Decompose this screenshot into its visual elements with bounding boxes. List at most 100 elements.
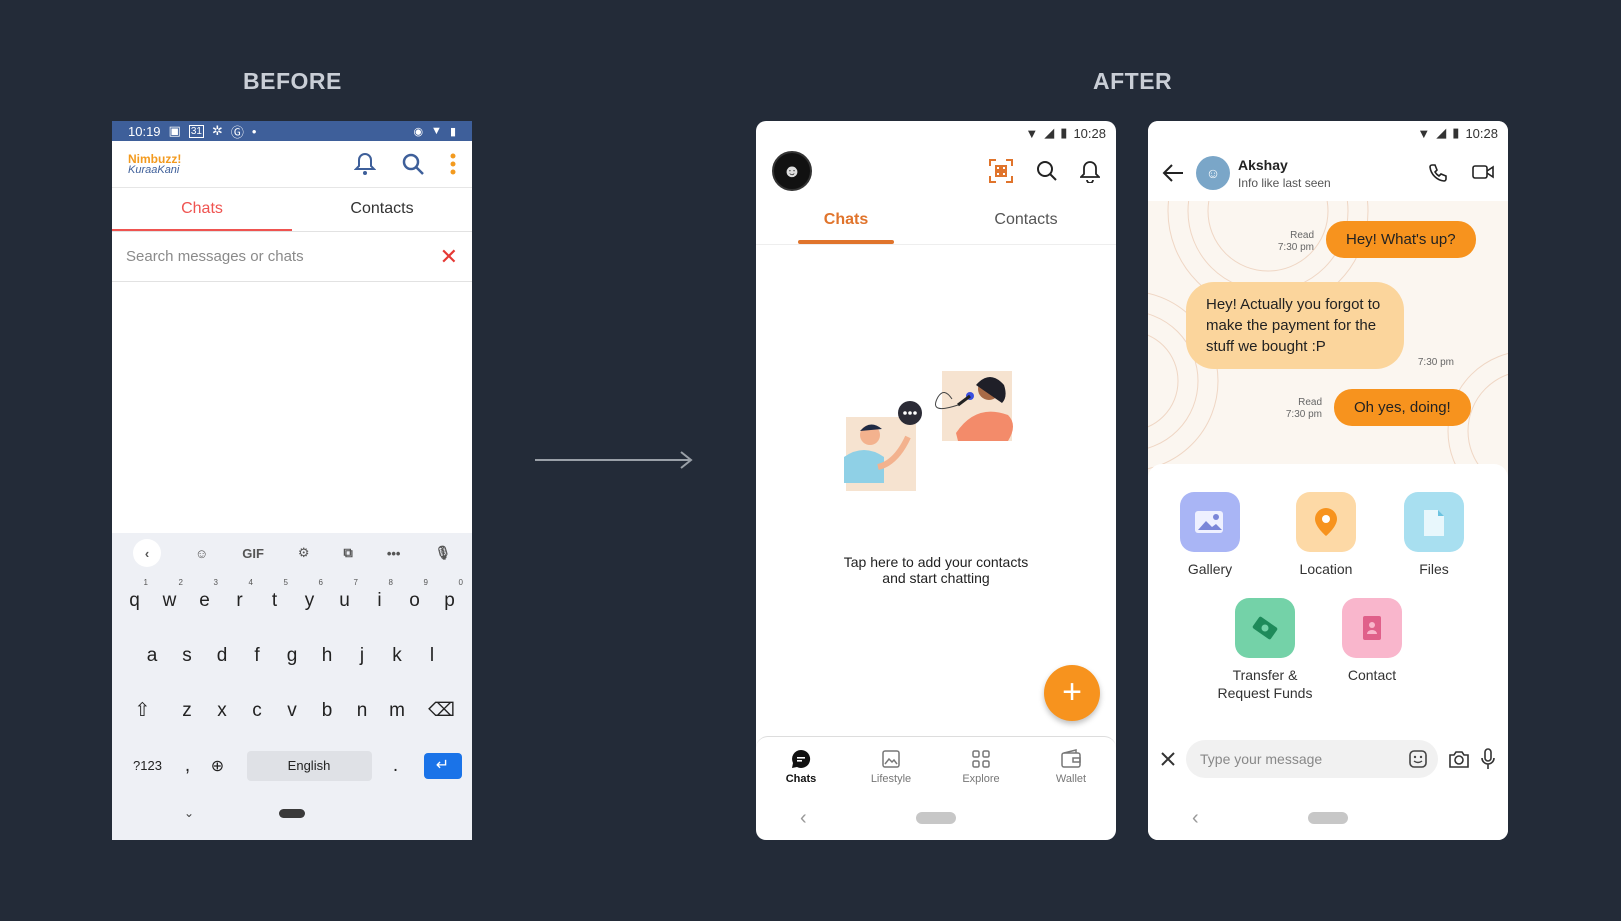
key[interactable]: 6y [292,578,327,612]
message-bubble-sent[interactable]: Hey! What's up? [1326,221,1476,258]
key-row-1: 1q 2w 3e 4r 5t 6y 7u 8i 9o 0p [112,573,472,628]
back-chevron-icon[interactable]: ‹ [1192,807,1199,830]
contact-name[interactable]: Akshay [1238,157,1331,173]
gear-icon[interactable]: ⚙ [298,545,310,561]
chat-header: ☺ Akshay Info like last seen [1148,145,1508,201]
key[interactable]: h [310,645,345,667]
search-input[interactable] [126,248,440,265]
tab-chats[interactable]: Chats [112,188,292,231]
gif-button[interactable]: GIF [242,546,264,561]
message-bubble-received[interactable]: Hey! Actually you forgot to make the pay… [1186,282,1404,369]
more-vert-icon[interactable] [450,153,456,175]
tab-contacts[interactable]: Contacts [936,197,1116,244]
key[interactable]: 4r [222,578,257,612]
attach-gallery[interactable]: Gallery [1160,492,1260,578]
status-time: 10:28 [1465,125,1498,141]
key[interactable]: m [380,700,415,722]
attach-contact[interactable]: Contact [1322,598,1422,684]
key[interactable]: 7u [327,578,362,612]
translate-icon[interactable]: ⧉ [344,545,353,561]
tab-chats[interactable]: Chats [756,197,936,244]
close-icon[interactable] [1160,751,1176,767]
chevron-left-icon[interactable]: ‹ [132,539,161,567]
key[interactable]: 9o [397,578,432,612]
key[interactable]: c [240,700,275,722]
signal-icon: ◢ [1436,125,1447,140]
key[interactable]: l [415,645,450,667]
period-key[interactable]: . [386,755,406,777]
globe-icon[interactable]: ⊕ [203,756,233,776]
sticker-icon[interactable] [1408,749,1428,769]
key[interactable]: a [135,645,170,667]
key[interactable]: d [205,645,240,667]
message-input[interactable] [1200,751,1408,767]
add-chat-button[interactable]: + [1044,665,1100,721]
mic-icon[interactable] [1480,748,1496,770]
key[interactable]: n [345,700,380,722]
key[interactable]: j [345,645,380,667]
key-row-4: ?123 , ⊕ English . ↵ [112,738,472,793]
attach-transfer-funds[interactable]: Transfer & Request Funds [1210,598,1320,702]
profile-avatar[interactable]: ☻ [772,151,812,191]
attach-location[interactable]: Location [1276,492,1376,578]
back-chevron-icon[interactable]: ‹ [800,807,807,830]
key[interactable]: g [275,645,310,667]
enter-icon[interactable]: ↵ [423,752,462,779]
backspace-icon[interactable]: ⌫ [415,699,469,722]
qr-scan-icon[interactable] [988,158,1014,184]
shift-icon[interactable]: ⇧ [116,699,170,722]
comma-key[interactable]: , [173,755,203,777]
after-chat-phone: ▼ ◢ ▮ 10:28 ☺ Akshay Info like last seen… [1148,121,1508,840]
home-pill[interactable] [1308,812,1348,824]
video-call-icon[interactable] [1472,163,1494,181]
symbols-key[interactable]: ?123 [123,758,173,773]
key[interactable]: 8i [362,578,397,612]
signal-icon: ◢ [1044,125,1055,140]
contact-avatar[interactable]: ☺ [1196,156,1230,190]
space-key[interactable]: English [246,750,372,781]
key[interactable]: s [170,645,205,667]
empty-state-text[interactable]: Tap here to add your contacts and start … [756,554,1116,586]
key[interactable]: 1q [117,578,152,612]
search-icon[interactable] [402,153,424,175]
key[interactable]: z [170,700,205,722]
bell-icon[interactable] [354,152,376,176]
keyboard: ‹ ☺ GIF ⚙ ⧉ ••• 🎙 1q 2w 3e 4r 5t 6y 7u 8… [112,533,472,840]
more-horiz-icon[interactable]: ••• [387,546,401,561]
gallery-icon [1195,511,1223,533]
after-home-phone: ▼ ◢ ▮ 10:28 ☻ Chats Contacts Tap here to… [756,121,1116,840]
phone-icon[interactable] [1428,163,1448,183]
key[interactable]: f [240,645,275,667]
key-row-3: ⇧ z x c v b n m ⌫ [112,683,472,738]
key[interactable]: 5t [257,578,292,612]
back-arrow-icon[interactable] [1162,164,1184,182]
search-icon[interactable] [1036,160,1058,182]
bell-icon[interactable] [1080,160,1100,183]
nav-item-wallet[interactable]: Wallet [1026,737,1116,796]
key[interactable]: 2w [152,578,187,612]
key[interactable]: b [310,700,345,722]
message-input-wrapper [1186,740,1438,778]
nav-item-lifestyle[interactable]: Lifestyle [846,737,936,796]
attach-files[interactable]: Files [1384,492,1484,578]
chevron-down-icon[interactable]: ⌄ [184,806,194,820]
app-bar: Nimbuzz! KuraaKani [112,141,472,188]
wifi-icon: ▼ [1025,125,1039,141]
camera-icon[interactable] [1448,749,1470,769]
home-pill[interactable] [279,808,305,818]
key[interactable]: k [380,645,415,667]
attachment-panel: Gallery Location Files Transfer & Reques… [1148,464,1508,722]
key[interactable]: v [275,700,310,722]
nav-item-explore[interactable]: Explore [936,737,1026,796]
tab-contacts[interactable]: Contacts [292,188,472,231]
key[interactable]: 3e [187,578,222,612]
key[interactable]: 0p [432,578,467,612]
nav-item-chats[interactable]: Chats [756,737,846,796]
message-bubble-sent[interactable]: Oh yes, doing! [1334,389,1471,426]
sticker-icon[interactable]: ☺ [195,546,208,561]
home-pill[interactable] [916,812,956,824]
grid-icon [972,749,990,768]
close-icon[interactable]: ✕ [440,244,458,270]
mic-icon[interactable]: 🎙 [434,545,451,561]
key[interactable]: x [205,700,240,722]
